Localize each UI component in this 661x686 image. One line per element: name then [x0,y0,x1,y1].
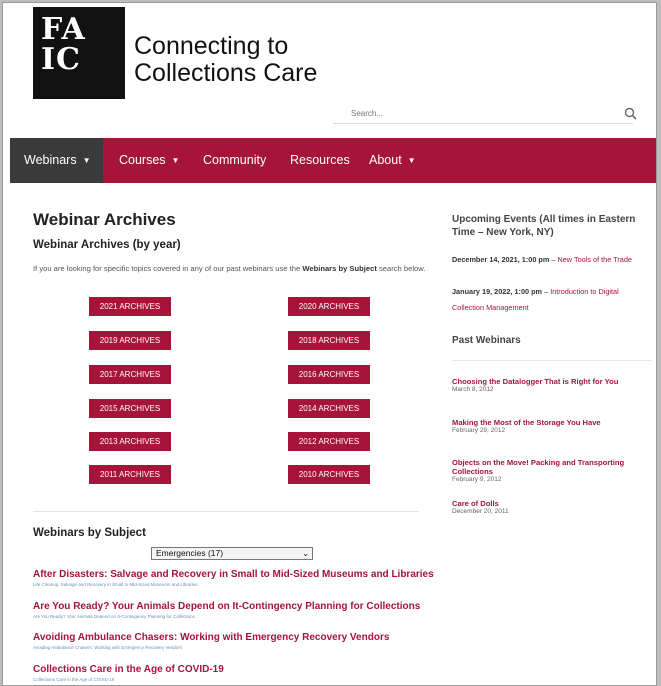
nav-courses-label: Courses [119,153,166,167]
archive-button-2020[interactable]: 2020 ARCHIVES [288,297,370,316]
webinars-by-subject-heading: Webinars by Subject [33,527,146,539]
subject-select[interactable]: Emergencies (17) ⌄ [151,547,313,560]
past-webinar-date: December 20, 2011 [452,508,509,515]
past-webinar-date: March 8, 2012 [452,386,494,393]
event-date: December 14, 2021, 1:00 pm [452,255,550,264]
past-webinar-date: February 29, 2012 [452,427,506,434]
archive-button-2010[interactable]: 2010 ARCHIVES [288,465,370,484]
sidebar-divider [452,360,652,361]
event-item[interactable]: January 19, 2022, 1:00 pm – Introduction… [452,284,652,316]
past-webinar-item[interactable]: Care of Dolls December 20, 2011 [452,499,647,516]
intro-text-before: If you are looking for specific topics c… [33,264,303,273]
past-webinar-title[interactable]: Choosing the Datalogger That is Right fo… [452,377,647,386]
webinar-subtitle: Avoiding Ambulance Chasers: Working with… [33,645,182,650]
event-link[interactable]: New Tools of the Trade [557,255,632,264]
intro-text-after: search below. [376,264,426,273]
past-webinar-title[interactable]: Care of Dolls [452,499,647,508]
archive-button-2012[interactable]: 2012 ARCHIVES [288,432,370,451]
nav-about-label: About [369,153,402,167]
caret-down-icon: ▼ [82,156,91,165]
archive-button-2014[interactable]: 2014 ARCHIVES [288,399,370,418]
intro-text-bold: Webinars by Subject [302,264,377,273]
webinar-subtitle: Life Cleanup, Salvage and Recovery in Sm… [33,582,198,587]
nav-community-label: Community [203,153,267,167]
webinar-title[interactable]: After Disasters: Salvage and Recovery in… [33,569,434,580]
webinar-subtitle: Collections Care in the Age of COVID-19 [33,677,115,682]
webinar-title[interactable]: Avoiding Ambulance Chasers: Working with… [33,632,389,643]
archive-button-2021[interactable]: 2021 ARCHIVES [89,297,171,316]
intro-text: If you are looking for specific topics c… [33,263,431,274]
nav-webinars[interactable]: Webinars ▼ [10,138,103,183]
caret-down-icon: ▼ [171,156,180,165]
archive-button-2011[interactable]: 2011 ARCHIVES [89,465,171,484]
nav-resources[interactable]: Resources [276,138,364,183]
faic-logo[interactable]: FA IC [33,7,125,99]
archive-button-2015[interactable]: 2015 ARCHIVES [89,399,171,418]
chevron-down-icon: ⌄ [302,549,309,558]
past-webinar-title[interactable]: Making the Most of the Storage You Have [452,418,647,427]
caret-down-icon: ▼ [407,156,416,165]
page-title: Webinar Archives [33,210,176,229]
past-webinar-title[interactable]: Objects on the Move! Packing and Transpo… [452,458,647,476]
archive-button-2016[interactable]: 2016 ARCHIVES [288,365,370,384]
archive-button-2017[interactable]: 2017 ARCHIVES [89,365,171,384]
webinar-title[interactable]: Collections Care in the Age of COVID-19 [33,664,224,675]
section-divider [33,511,419,512]
main-navbar: Webinars ▼ Courses ▼ Community Resources A… [10,138,656,183]
past-webinar-item[interactable]: Objects on the Move! Packing and Transpo… [452,458,647,484]
upcoming-events-heading: Upcoming Events (All times in Eastern Ti… [452,214,636,238]
archives-by-year-heading: Webinar Archives (by year) [33,239,181,251]
event-separator: – [542,287,551,296]
event-item[interactable]: December 14, 2021, 1:00 pm – New Tools o… [452,252,652,268]
webinar-list-item[interactable]: Are You Ready? Your Animals Depend on It… [33,601,420,619]
nav-about[interactable]: About ▼ [355,138,430,183]
webinar-list-item[interactable]: Collections Care in the Age of COVID-19 … [33,664,224,682]
nav-courses[interactable]: Courses ▼ [105,138,193,183]
nav-community[interactable]: Community [189,138,280,183]
webinar-list-item[interactable]: After Disasters: Salvage and Recovery in… [33,569,434,587]
search-icon[interactable] [624,107,637,120]
past-webinars-heading: Past Webinars [452,335,521,346]
subject-select-value: Emergencies (17) [156,548,224,558]
webinar-list-item[interactable]: Avoiding Ambulance Chasers: Working with… [33,632,389,650]
past-webinar-item[interactable]: Making the Most of the Storage You Have … [452,418,647,435]
nav-webinars-label: Webinars [24,153,77,167]
archive-button-2013[interactable]: 2013 ARCHIVES [89,432,171,451]
logo-mark: FA IC [41,12,86,77]
search-input[interactable] [333,104,633,124]
nav-resources-label: Resources [290,153,350,167]
past-webinar-date: February 9, 2012 [452,476,502,483]
webinar-title[interactable]: Are You Ready? Your Animals Depend on It… [33,601,420,612]
archive-button-2018[interactable]: 2018 ARCHIVES [288,331,370,350]
event-date: January 19, 2022, 1:00 pm [452,287,543,296]
browser-frame: FA IC Connecting to Collections Care Web… [2,2,657,686]
site-title[interactable]: Connecting to Collections Care [134,33,317,87]
webinar-subtitle: Are You Ready? Your Animals Depend on It… [33,614,195,619]
archive-button-2019[interactable]: 2019 ARCHIVES [89,331,171,350]
past-webinar-item[interactable]: Choosing the Datalogger That is Right fo… [452,377,647,394]
